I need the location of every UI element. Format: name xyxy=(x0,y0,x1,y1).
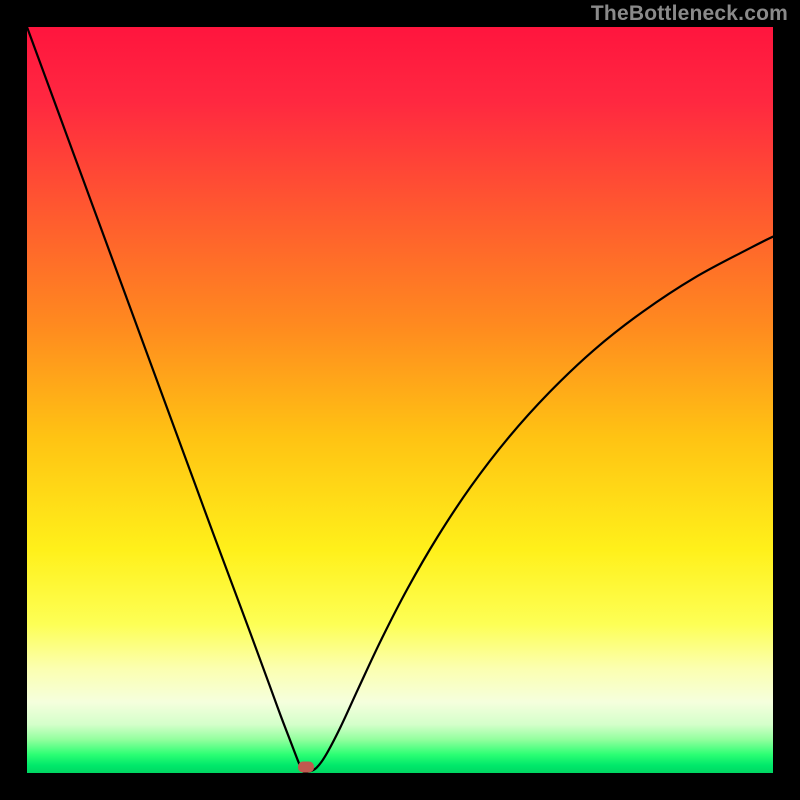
optimal-point-marker xyxy=(298,762,314,773)
watermark-text: TheBottleneck.com xyxy=(591,2,788,26)
bottleneck-curve xyxy=(27,27,773,773)
plot-area xyxy=(27,27,773,773)
chart-frame: TheBottleneck.com xyxy=(0,0,800,800)
